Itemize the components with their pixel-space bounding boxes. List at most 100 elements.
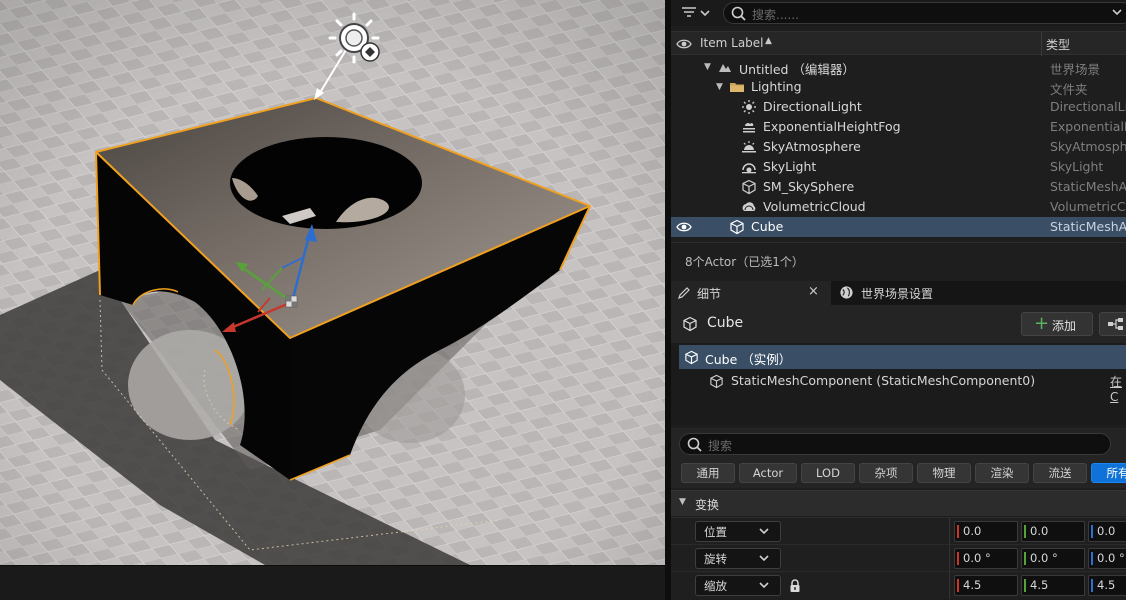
cloud-icon	[742, 202, 756, 211]
rotation-y-field[interactable]: 0.0 °	[1021, 548, 1085, 569]
value: 0.0	[963, 524, 982, 538]
outliner-row-sm-skysphere[interactable]: SM_SkySphere StaticMeshAc	[671, 177, 1126, 197]
outliner-toolbar: 搜索......	[671, 0, 1126, 26]
category-actor[interactable]: Actor	[739, 463, 797, 483]
location-x-field[interactable]: 0.0	[954, 521, 1018, 542]
details-search-input[interactable]: 搜索	[679, 433, 1111, 455]
right-panel: 搜索...... Item Label ▲ 类型 ▼ Untitled （编辑器…	[671, 0, 1126, 600]
search-icon	[687, 437, 702, 452]
component-root-label: Cube （实例）	[705, 352, 792, 367]
outliner-row-cube[interactable]: Cube StaticMeshAc	[671, 217, 1126, 237]
property-label: 缩放	[704, 579, 727, 593]
transform-section-header[interactable]: ▼ 变换	[671, 490, 1126, 516]
close-tab-icon[interactable]: ×	[808, 284, 819, 299]
visibility-eye-icon[interactable]	[676, 37, 692, 51]
outliner-row-exponentialheightfog[interactable]: ExponentialHeightFog ExponentialHei	[671, 117, 1126, 137]
category-physics[interactable]: 物理	[917, 463, 971, 483]
folder-icon	[730, 83, 744, 92]
edit-in-cpp-link[interactable]: 在C	[1110, 373, 1126, 404]
rotation-z-field[interactable]: 0.0 °	[1088, 548, 1126, 569]
details-header: Cube + 添加	[671, 305, 1126, 343]
section-title: 变换	[695, 498, 720, 512]
scale-y-field[interactable]: 4.5	[1021, 575, 1085, 596]
row-label: SM_SkySphere	[763, 179, 855, 194]
add-component-button[interactable]: + 添加	[1021, 312, 1093, 336]
visibility-eye-icon[interactable]	[676, 220, 692, 234]
search-placeholder: 搜索......	[752, 8, 799, 22]
outliner-row-directionallight[interactable]: DirectionalLight DirectionalLig	[671, 97, 1126, 117]
row-type: VolumetricClo	[1050, 199, 1126, 214]
value: 0.0	[1097, 524, 1116, 538]
row-type: DirectionalLig	[1050, 99, 1126, 114]
property-row-location: 位置 0.0 0.0 0.0	[671, 517, 1126, 545]
row-label: SkyLight	[763, 159, 817, 174]
chevron-down-icon	[759, 582, 769, 589]
category-lod[interactable]: LOD	[801, 463, 855, 483]
sun-icon	[742, 100, 756, 114]
outliner-row-lighting[interactable]: ▼ Lighting 文件夹	[671, 77, 1126, 97]
row-label: DirectionalLight	[763, 99, 862, 114]
actor-name[interactable]: Cube	[707, 315, 743, 331]
search-placeholder: 搜索	[708, 439, 733, 453]
category-misc[interactable]: 杂项	[859, 463, 913, 483]
details-search-bar: 搜索	[671, 428, 1126, 460]
outliner-header: Item Label ▲ 类型	[671, 31, 1126, 56]
scale-x-field[interactable]: 4.5	[954, 575, 1018, 596]
collapse-arrow-icon[interactable]: ▼	[679, 497, 686, 507]
tab-world-settings[interactable]: 世界场景设置	[835, 281, 985, 305]
type-column[interactable]: 类型	[1046, 36, 1070, 53]
value: 0.0 °	[963, 551, 991, 565]
item-label-column[interactable]: Item Label	[700, 36, 764, 50]
rotation-dropdown[interactable]: 旋转	[695, 548, 781, 569]
category-rendering[interactable]: 渲染	[975, 463, 1029, 483]
component-root-cube[interactable]: Cube （实例）	[679, 345, 1126, 369]
chevron-down-icon	[759, 528, 769, 535]
level-icon	[719, 64, 731, 72]
property-label: 旋转	[704, 552, 727, 566]
outliner-row-skylight[interactable]: SkyLight SkyLight	[671, 157, 1126, 177]
globe-icon	[840, 286, 853, 299]
sort-ascending-icon[interactable]: ▲	[765, 36, 772, 46]
filter-icon	[682, 7, 710, 17]
location-dropdown[interactable]: 位置	[695, 521, 781, 542]
category-all[interactable]: 所有	[1091, 463, 1126, 483]
row-label: Lighting	[751, 79, 802, 94]
category-streaming[interactable]: 流送	[1033, 463, 1087, 483]
static-mesh-icon	[710, 374, 723, 389]
lock-icon[interactable]	[789, 579, 801, 593]
chevron-down-icon[interactable]	[1111, 8, 1123, 18]
scale-dropdown[interactable]: 缩放	[695, 575, 781, 596]
scale-z-field[interactable]: 4.5	[1088, 575, 1126, 596]
tab-details[interactable]: 细节 ×	[671, 281, 831, 305]
value: 0.0	[1030, 524, 1049, 538]
outliner-status-bar: 8个Actor（已选1个）	[671, 242, 1126, 278]
row-type: StaticMeshAc	[1050, 219, 1126, 234]
static-mesh-icon	[730, 219, 744, 235]
row-label: Untitled （编辑器）	[739, 62, 855, 77]
value: 4.5	[1030, 578, 1049, 592]
sky-atmosphere-icon	[742, 141, 756, 153]
filter-button[interactable]	[679, 3, 719, 23]
row-type: StaticMeshAc	[1050, 179, 1126, 194]
row-label: Cube	[751, 219, 784, 234]
actor-count: 8个Actor（已选1个）	[685, 255, 804, 269]
outliner-search-input[interactable]: 搜索......	[723, 2, 1126, 24]
pencil-icon	[678, 287, 690, 299]
blueprint-button[interactable]	[1099, 312, 1126, 336]
details-tab-bar: 细节 × 世界场景设置	[671, 281, 1126, 305]
location-y-field[interactable]: 0.0	[1021, 521, 1085, 542]
location-z-field[interactable]: 0.0	[1088, 521, 1126, 542]
outliner-row-untitled[interactable]: ▼ Untitled （编辑器） 世界场景	[671, 57, 1126, 77]
category-general[interactable]: 通用	[681, 463, 735, 483]
outliner-row-skyatmosphere[interactable]: SkyAtmosphere SkyAtmosphe	[671, 137, 1126, 157]
skylight-icon	[742, 163, 756, 174]
value: 4.5	[963, 578, 982, 592]
add-label: 添加	[1052, 319, 1077, 333]
value: 0.0 °	[1097, 551, 1125, 565]
property-row-scale: 缩放 4.5 4.5 4.5	[671, 571, 1126, 599]
viewport-status-strip	[0, 565, 665, 600]
level-viewport[interactable]	[0, 0, 665, 565]
outliner-row-volumetriccloud[interactable]: VolumetricCloud VolumetricClo	[671, 197, 1126, 217]
row-type: ExponentialHei	[1050, 119, 1126, 134]
rotation-x-field[interactable]: 0.0 °	[954, 548, 1018, 569]
